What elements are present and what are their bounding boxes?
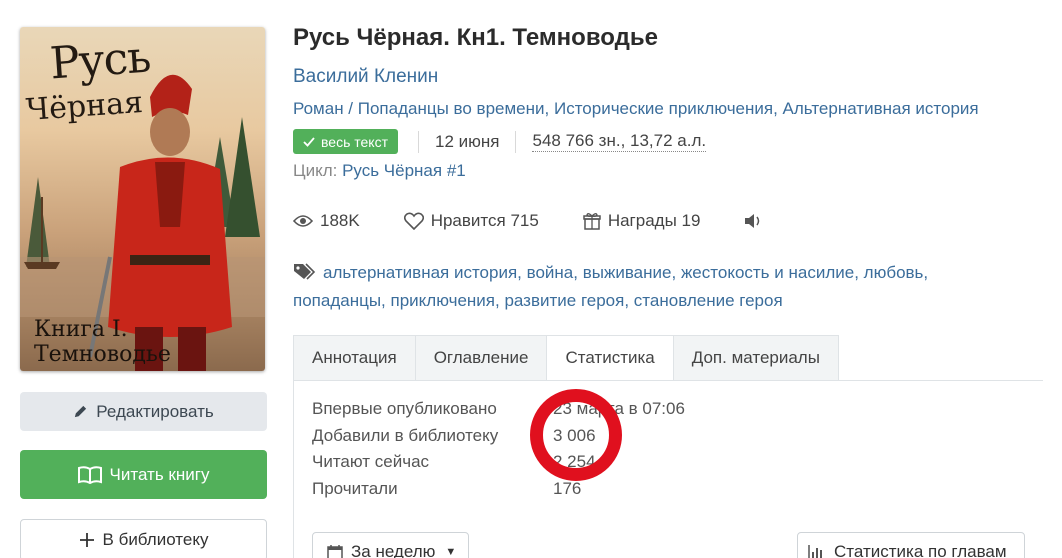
awards-value: Награды 19: [607, 211, 701, 230]
edit-button-label: Редактировать: [96, 401, 214, 421]
genre-link[interactable]: Альтернативная история: [783, 99, 979, 118]
tag-link[interactable]: война: [527, 263, 574, 282]
tag-link[interactable]: жестокость и насилие: [681, 263, 854, 282]
book-meta: весь текст 12 июня 548 766 зн., 13,72 а.…: [293, 129, 707, 154]
caret-down-icon: ▼: [445, 546, 457, 558]
plus-icon: [79, 532, 95, 548]
stat-label-finished: Прочитали: [312, 479, 398, 498]
highlight-circle: [530, 389, 622, 481]
divider: [515, 130, 517, 153]
stat-value-finished: 176: [553, 479, 582, 498]
edit-button[interactable]: Редактировать: [20, 392, 267, 431]
full-text-badge-label: весь текст: [321, 133, 388, 150]
divider: [418, 130, 419, 153]
cycle-label: Цикл:: [293, 161, 338, 180]
open-book-icon: [77, 465, 102, 484]
cycle-link[interactable]: Русь Чёрная #1: [342, 161, 466, 180]
publish-date: 12 июня: [435, 131, 500, 151]
read-book-button-label: Читать книгу: [109, 464, 210, 484]
period-select-value: За неделю: [351, 542, 436, 558]
likes-value: Нравится 715: [430, 211, 539, 230]
tags: альтернативная история, война, выживание…: [293, 262, 929, 310]
awards-button[interactable]: Награды 19: [583, 211, 701, 231]
eye-icon: [293, 215, 313, 227]
heart-icon: [403, 212, 424, 230]
tag-link[interactable]: выживание: [583, 263, 672, 282]
check-icon: [303, 136, 315, 147]
tab-annotation[interactable]: Аннотация: [293, 335, 415, 381]
tag-link[interactable]: альтернативная история: [323, 263, 517, 282]
tab-statistics[interactable]: Статистика: [546, 335, 673, 381]
audio-button[interactable]: [744, 213, 769, 229]
tag-link[interactable]: развитие героя: [504, 291, 624, 310]
stats-bar: 188K Нравится 715 Награды 19: [293, 209, 813, 233]
tab-contents[interactable]: Оглавление: [414, 335, 547, 381]
add-to-library-button-label: В библиотеку: [102, 530, 209, 549]
cycle: Цикл: Русь Чёрная #1: [293, 161, 466, 181]
period-select[interactable]: За неделю ▼: [312, 532, 469, 558]
calendar-icon: [327, 545, 343, 558]
read-book-button[interactable]: Читать книгу: [20, 450, 267, 499]
genre-link[interactable]: Исторические приключения: [554, 99, 773, 118]
full-text-badge: весь текст: [293, 129, 398, 154]
cover-subtitle: Книга I. Темноводье: [34, 317, 171, 367]
author-link[interactable]: Василий Кленин: [293, 66, 438, 88]
chapter-stats-button-label: Статистика по главам: [834, 542, 1007, 558]
tag-link[interactable]: становление героя: [634, 291, 783, 310]
genre-link[interactable]: Роман / Попаданцы во времени: [293, 99, 545, 118]
views-value: 188K: [320, 211, 360, 230]
pencil-icon: [73, 404, 88, 419]
stat-label-reading-now: Читают сейчас: [312, 452, 430, 471]
bar-chart-icon: [808, 545, 822, 558]
book-title: Русь Чёрная. Кн1. Темноводье: [293, 24, 658, 51]
tag-link[interactable]: попаданцы: [293, 291, 381, 310]
stat-label-added-to-library: Добавили в библиотеку: [312, 426, 499, 445]
book-cover[interactable]: Русь Чёрная Книга I. Темноводье: [20, 27, 265, 371]
views-count: 188K: [293, 211, 360, 231]
like-button[interactable]: Нравится 715: [403, 211, 539, 231]
speaker-icon: [745, 214, 760, 228]
tag-link[interactable]: любовь: [864, 263, 924, 282]
cover-title-line1: Русь: [48, 31, 152, 90]
stat-label-first-published: Впервые опубликовано: [312, 399, 497, 418]
tags-icon: [293, 262, 317, 288]
chapter-stats-button[interactable]: Статистика по главам: [797, 532, 1025, 558]
book-size: 548 766 зн., 13,72 а.л.: [532, 131, 707, 152]
genres: Роман / Попаданцы во времени, Историческ…: [293, 99, 979, 118]
gift-icon: [583, 213, 601, 230]
tag-link[interactable]: приключения: [391, 291, 495, 310]
tab-bar: Аннотация Оглавление Статистика Доп. мат…: [293, 335, 1043, 381]
add-to-library-button[interactable]: В библиотеку: [20, 519, 267, 558]
tab-extra-materials[interactable]: Доп. материалы: [672, 335, 839, 381]
